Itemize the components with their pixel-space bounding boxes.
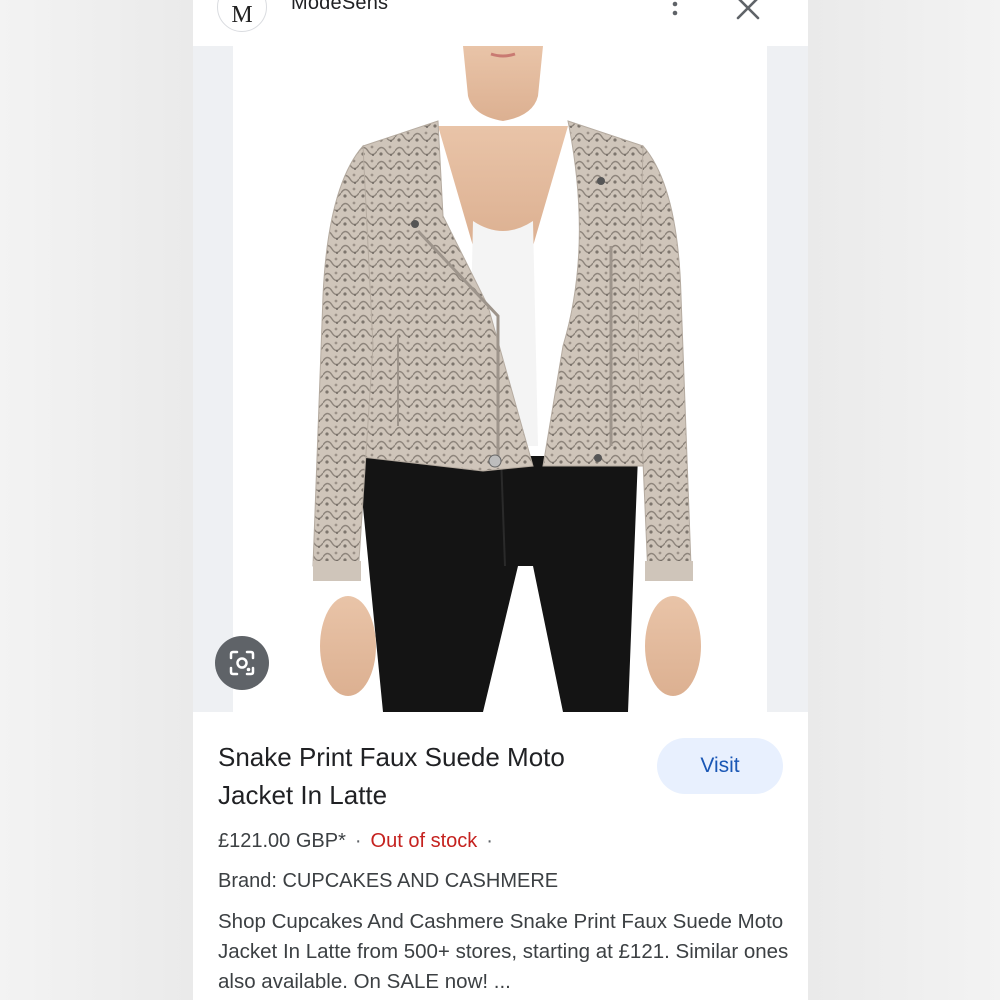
price: £121.00 GBP* <box>218 830 346 852</box>
jacket-illustration <box>312 46 701 712</box>
separator-dot: · <box>486 830 493 852</box>
more-vert-icon[interactable] <box>663 0 687 20</box>
stock-status: Out of stock <box>370 830 478 852</box>
product-image[interactable] <box>233 46 767 712</box>
product-title[interactable]: Snake Print Faux Suede Moto Jacket In La… <box>218 738 638 814</box>
brand: Brand: CUPCAKES AND CASHMERE <box>218 870 559 892</box>
product-image-area <box>193 46 808 712</box>
card-header: M ModeSens <box>193 0 808 46</box>
product-description: Shop Cupcakes And Cashmere Snake Print F… <box>218 910 789 993</box>
visit-button[interactable]: Visit <box>657 738 783 794</box>
close-icon[interactable] <box>736 0 760 20</box>
price-row: £121.00 GBP* · Out of stock · <box>218 830 502 853</box>
site-logo[interactable]: M <box>217 0 267 32</box>
site-logo-letter: M <box>231 1 253 28</box>
google-lens-icon <box>229 650 255 676</box>
separator-dot: · <box>354 830 362 852</box>
result-card: M ModeSens Snake Print Faux Suede Moto J… <box>193 0 808 1000</box>
lens-button[interactable] <box>215 636 269 690</box>
background-left <box>0 0 193 1000</box>
background-right <box>808 0 1000 1000</box>
site-name[interactable]: ModeSens <box>291 0 388 15</box>
